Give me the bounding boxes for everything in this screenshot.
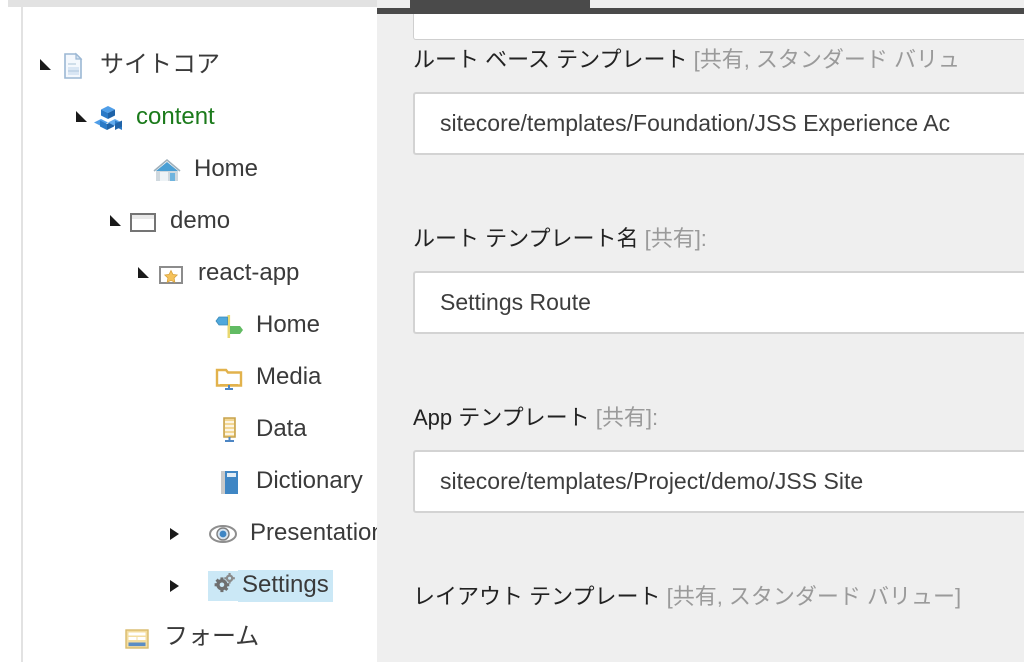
media-folder-icon <box>214 363 244 393</box>
site-window-icon <box>128 207 158 237</box>
forms-icon <box>122 623 152 653</box>
content-tree-panel: サイトコア content Home demo react-app Home M… <box>0 0 377 662</box>
tree-node-label: Presentation <box>250 519 377 546</box>
expand-collapse-triangle-icon[interactable] <box>36 40 58 92</box>
data-icon <box>214 415 244 445</box>
sitecore-content-editor-window: サイトコア content Home demo react-app Home M… <box>0 0 1024 662</box>
expand-collapse-placeholder <box>130 144 152 196</box>
expand-collapse-placeholder <box>192 300 214 352</box>
tree-panel-scroll-rail[interactable] <box>21 0 23 662</box>
eye-icon <box>208 519 238 549</box>
field-app-template: App テンプレート [共有]: sitecore/templates/Proj… <box>377 400 1024 513</box>
tree-node-data[interactable]: Data <box>192 404 377 456</box>
tree-node-label: Settings <box>238 570 333 602</box>
tree-node-demo[interactable]: demo <box>106 196 377 248</box>
field-spacer <box>377 513 1024 579</box>
tree-node-label: Media <box>256 363 322 390</box>
field-label: レイアウト テンプレート [共有, スタンダード バリュー] <box>377 579 1024 611</box>
tree-node-label: content <box>136 103 215 130</box>
field-label-qualifier: [共有]: <box>644 226 707 251</box>
expand-collapse-placeholder <box>192 352 214 404</box>
field-root-base-template: ルート ベース テンプレート [共有, スタンダード バリュ sitecore/… <box>377 42 1024 155</box>
field-label: App テンプレート [共有]: <box>377 400 1024 432</box>
field-value: sitecore/templates/Foundation/JSS Experi… <box>440 110 951 136</box>
field-input[interactable]: sitecore/templates/Project/demo/JSS Site <box>413 450 1024 513</box>
tree-node-react-app[interactable]: react-app <box>134 248 377 300</box>
field-label-main: ルート テンプレート名 <box>413 226 645 251</box>
signpost-icon <box>214 311 244 341</box>
tree-node-label: Dictionary <box>256 467 363 494</box>
tree-node-presentation[interactable]: Presentation <box>164 508 377 560</box>
document-icon <box>58 51 88 81</box>
tree-node-label: react-app <box>198 259 300 286</box>
field-value: sitecore/templates/Project/demo/JSS Site <box>440 468 864 494</box>
field-input[interactable]: Settings Route <box>413 271 1024 334</box>
field-label-main: ルート ベース テンプレート <box>413 47 694 72</box>
field-label: ルート ベース テンプレート [共有, スタンダード バリュ <box>377 42 1024 74</box>
field-root-template-name: ルート テンプレート名 [共有]: Settings Route <box>377 221 1024 334</box>
cubes-icon <box>94 103 124 133</box>
field-label-main: レイアウト テンプレート <box>413 584 667 609</box>
field-input[interactable]: sitecore/templates/Foundation/JSS Experi… <box>413 92 1024 155</box>
tree-node-label: サイトコア <box>100 51 220 78</box>
field-label-qualifier: [共有, スタンダード バリュ <box>693 47 961 72</box>
field-label-main: App テンプレート <box>413 405 596 430</box>
star-app-icon <box>156 259 186 289</box>
tree-panel-left-margin <box>0 0 8 662</box>
tree-node-label: demo <box>170 207 231 234</box>
field-label: ルート テンプレート名 [共有]: <box>377 221 1024 253</box>
field-spacer <box>377 155 1024 221</box>
tree-node-settings[interactable]: Settings <box>164 560 377 612</box>
tree-panel-top-edge <box>0 0 377 7</box>
field-layout-template: レイアウト テンプレート [共有, スタンダード バリュー] <box>377 579 1024 611</box>
tree-node-media[interactable]: Media <box>192 352 377 404</box>
expand-collapse-placeholder <box>100 612 122 662</box>
expand-collapse-triangle-icon[interactable] <box>164 560 186 612</box>
expand-collapse-triangle-icon[interactable] <box>72 92 94 144</box>
gears-icon <box>208 571 238 601</box>
tree-node-sitecore[interactable]: サイトコア <box>36 40 377 92</box>
tree-node-home-route[interactable]: Home <box>192 300 377 352</box>
tree-node-forms[interactable]: フォーム <box>100 612 377 662</box>
clipped-field-input[interactable] <box>413 14 1024 40</box>
field-editor-panel: ルート ベース テンプレート [共有, スタンダード バリュ sitecore/… <box>377 0 1024 662</box>
field-label-qualifier: [共有]: <box>595 405 659 430</box>
home-icon <box>152 155 182 185</box>
tree-node-label: フォーム <box>164 623 260 650</box>
tree-node-label: Home <box>256 311 321 338</box>
tree-node-dictionary[interactable]: Dictionary <box>192 456 377 508</box>
expand-collapse-placeholder <box>192 404 214 456</box>
field-spacer <box>377 334 1024 400</box>
field-value: Settings Route <box>440 289 591 315</box>
expand-collapse-triangle-icon[interactable] <box>164 508 186 560</box>
expand-collapse-placeholder <box>192 456 214 508</box>
horizontal-scrollbar-track[interactable] <box>377 0 1024 8</box>
expand-collapse-triangle-icon[interactable] <box>134 248 156 300</box>
tree-node-label: Home <box>194 155 259 182</box>
horizontal-scrollbar-thumb[interactable] <box>410 0 590 8</box>
expand-collapse-triangle-icon[interactable] <box>106 196 128 248</box>
field-list: ルート ベース テンプレート [共有, スタンダード バリュ sitecore/… <box>377 42 1024 611</box>
tree-node-content[interactable]: content <box>72 92 377 144</box>
tree-node-home-content[interactable]: Home <box>130 144 377 196</box>
content-tree: サイトコア content Home demo react-app Home M… <box>24 40 377 662</box>
field-label-qualifier: [共有, スタンダード バリュー] <box>666 584 962 609</box>
tree-node-label: Data <box>256 415 307 442</box>
book-icon <box>214 467 244 497</box>
